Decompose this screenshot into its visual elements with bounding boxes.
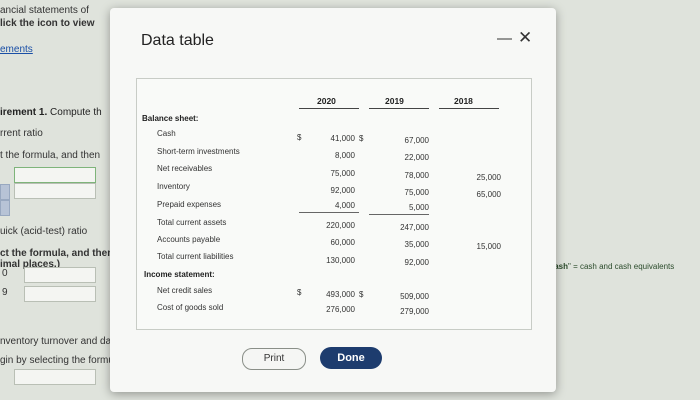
cell-inventory-2020: 92,000 — [330, 186, 355, 195]
cell-total-current-assets-2020: 220,000 — [326, 221, 355, 230]
print-button[interactable]: Print — [242, 348, 306, 370]
section-balance-sheet: Balance sheet: — [142, 114, 199, 123]
column-header-2018: 2018 — [454, 96, 473, 106]
dollar-sign: $ — [297, 288, 302, 297]
quick-ratio-label: uick (acid-test) ratio — [0, 226, 88, 237]
formula-input-3[interactable] — [24, 267, 96, 283]
stepper-value-1: 0 — [2, 268, 8, 279]
cell-total-current-liabilities-2020: 130,000 — [326, 256, 355, 265]
requirement-1-text: Compute th — [50, 107, 102, 118]
intro-text: ancial statements of lick the icon to vi… — [0, 4, 94, 30]
formula-input-5[interactable] — [14, 369, 96, 385]
cell-cost-of-goods-sold-2019: 279,000 — [400, 307, 429, 316]
cell-prepaid-expenses-2020: 4,000 — [334, 201, 355, 210]
dollar-sign: $ — [297, 133, 302, 142]
selecting-formula-text: gin by selecting the formu — [0, 355, 114, 366]
financial-statements-link[interactable]: ements — [0, 44, 33, 55]
formula-instruction-2: ct the formula, and then — [0, 248, 114, 259]
cell-inventory-2018: 65,000 — [476, 190, 501, 199]
cell-net-credit-sales-2020: 493,000 — [326, 290, 355, 299]
requirement-1-title: irement 1. — [0, 107, 48, 118]
cell-inventory-2019: 75,000 — [404, 188, 429, 197]
current-ratio-label: rrent ratio — [0, 128, 43, 139]
row-label-net-credit-sales: Net credit sales — [157, 286, 213, 295]
cell-prepaid-expenses-2019: 5,000 — [408, 203, 429, 212]
cell-cash-2020: 41,000 — [330, 134, 355, 143]
inventory-turnover-text: nventory turnover and da — [0, 336, 112, 347]
cell-cost-of-goods-sold-2020: 276,000 — [326, 305, 355, 314]
cell-accounts-payable-2019: 35,000 — [404, 240, 429, 249]
minimize-icon[interactable]: — — [497, 30, 512, 48]
intro-line-1: ancial statements of — [0, 5, 89, 16]
cell-net-credit-sales-2019: 509,000 — [400, 292, 429, 301]
data-table-modal: Data table — ✕ 2020 2019 2018 Balance sh… — [110, 8, 556, 392]
section-income-statement: Income statement: — [144, 270, 215, 279]
row-label-prepaid-expenses: Prepaid expenses — [157, 200, 222, 209]
answer-box-2[interactable] — [0, 200, 10, 216]
row-label-short-term-investments: Short-term investments — [157, 147, 240, 156]
row-label-cash: Cash — [157, 129, 176, 138]
stepper-value-2: 9 — [2, 287, 8, 298]
cell-net-receivables-2019: 78,000 — [404, 171, 429, 180]
dollar-sign: $ — [359, 290, 364, 299]
modal-title: Data table — [141, 32, 214, 49]
cell-cash-2019: 67,000 — [404, 136, 429, 145]
column-header-2020: 2020 — [317, 96, 336, 106]
column-header-2019: 2019 — [385, 96, 404, 106]
formula-input-4[interactable] — [24, 286, 96, 302]
cell-total-current-assets-2019: 247,000 — [400, 223, 429, 232]
row-label-total-current-liabilities: Total current liabilities — [157, 252, 234, 261]
data-table: 2020 2019 2018 Balance sheet: Cash $ 41,… — [136, 78, 532, 330]
formula-instruction: t the formula, and then — [0, 150, 101, 161]
header-rule-2019 — [369, 108, 429, 109]
subtotal-rule-2019 — [369, 214, 429, 215]
row-label-accounts-payable: Accounts payable — [157, 235, 221, 244]
row-label-total-current-assets: Total current assets — [157, 218, 227, 227]
cell-net-receivables-2020: 75,000 — [330, 169, 355, 178]
cell-accounts-payable-2020: 60,000 — [330, 238, 355, 247]
formula-input-1[interactable] — [14, 167, 96, 183]
header-rule-2018 — [439, 108, 499, 109]
subtotal-rule-2020 — [299, 212, 359, 213]
row-label-inventory: Inventory — [157, 182, 190, 191]
dollar-sign: $ — [359, 134, 364, 143]
answer-box-1[interactable] — [0, 184, 10, 200]
done-button[interactable]: Done — [320, 347, 382, 369]
header-rule-2020 — [299, 108, 359, 109]
row-label-net-receivables: Net receivables — [157, 164, 213, 173]
cell-short-term-investments-2019: 22,000 — [404, 153, 429, 162]
row-label-cost-of-goods-sold: Cost of goods sold — [157, 303, 224, 312]
requirement-1-heading: irement 1. Compute th — [0, 107, 102, 118]
cell-net-receivables-2018: 25,000 — [476, 173, 501, 182]
close-icon[interactable]: ✕ — [518, 29, 532, 47]
cell-accounts-payable-2018: 15,000 — [476, 242, 501, 251]
formula-input-2[interactable] — [14, 183, 96, 199]
intro-line-2: lick the icon to view — [0, 18, 95, 29]
cell-short-term-investments-2020: 8,000 — [334, 151, 355, 160]
cell-total-current-liabilities-2019: 92,000 — [404, 258, 429, 267]
